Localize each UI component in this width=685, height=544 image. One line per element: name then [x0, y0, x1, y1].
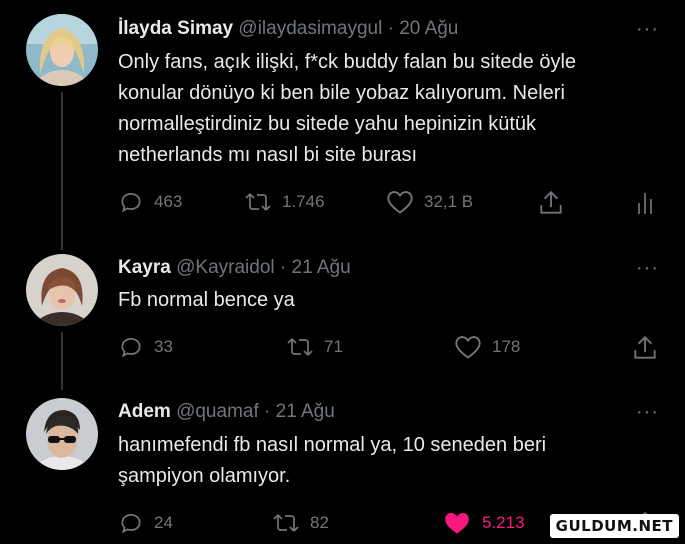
more-options-icon[interactable]: ··· [636, 18, 659, 41]
separator-dot: · [264, 401, 271, 422]
reply-icon [121, 338, 141, 358]
retweet-count: 71 [324, 337, 343, 356]
reply-count: 24 [154, 513, 173, 532]
tweet-date[interactable]: 20 Ağu [399, 18, 458, 39]
tweet-text-line: şampiyon olamıyor. [118, 465, 291, 487]
share-icon [540, 190, 562, 214]
tweet-date[interactable]: 21 Ağu [292, 257, 351, 278]
tweet-text-line: netherlands mı nasıl bi site burası [118, 144, 418, 166]
separator-dot: · [387, 18, 394, 39]
retweet-button[interactable]: 71 [286, 334, 343, 360]
separator-dot: · [279, 257, 287, 278]
tweet-date[interactable]: 21 Ağu [276, 401, 335, 422]
user-handle[interactable]: @Kayraidol [176, 257, 275, 278]
retweet-icon [245, 193, 271, 211]
heart-icon [387, 191, 413, 214]
tweet-text-line: Only fans, açık ilişki, f*ck buddy falan… [118, 51, 577, 73]
display-name[interactable]: İlayda Simay [118, 18, 233, 39]
avatar[interactable] [26, 398, 98, 470]
tweet-header: İlayda Simay @ilaydasimaygul · 20 Ağu [118, 18, 458, 40]
avatar[interactable] [26, 14, 98, 86]
user-handle[interactable]: @ilaydasimaygul [238, 18, 382, 39]
like-button[interactable]: 178 [454, 334, 520, 360]
tweet-actions: 33 71 178 [118, 334, 663, 364]
retweet-button[interactable]: 1.746 [244, 189, 325, 215]
reply-icon [121, 514, 141, 534]
like-button[interactable]: 5.213 [442, 510, 525, 536]
tweet[interactable]: İlayda Simay @ilaydasimaygul · 20 Ağu ··… [0, 0, 685, 250]
tweet-text: hanımefendi fb nasıl normal ya, 10 sened… [118, 430, 546, 492]
retweet-count: 1.746 [282, 192, 325, 211]
tweet-text: Only fans, açık ilişki, f*ck buddy falan… [118, 47, 576, 171]
site-watermark: GULDUM.NET [549, 514, 679, 538]
retweet-icon [287, 338, 313, 356]
tweet-text-line: konular dönüyo ki ben bile yobaz kalıyor… [118, 82, 565, 104]
tweet-header: Adem @quamaf · 21 Ağu [118, 401, 335, 423]
retweet-count: 82 [310, 513, 329, 532]
tweet[interactable]: Kayra @Kayraidol · 21 Ağu ··· Fb normal … [0, 250, 685, 390]
like-count: 5.213 [482, 513, 525, 532]
tweet-header: Kayra @Kayraidol · 21 Ağu [118, 257, 351, 279]
heart-icon [455, 336, 481, 359]
display-name[interactable]: Kayra [118, 257, 171, 278]
reply-button[interactable]: 24 [118, 510, 173, 536]
more-options-icon[interactable]: ··· [636, 257, 659, 280]
share-button[interactable] [538, 189, 564, 217]
tweet-text-line: normalleştirdiniz bu sitede yahu hepiniz… [118, 113, 537, 135]
share-icon [634, 335, 656, 359]
avatar[interactable] [26, 254, 98, 326]
analytics-button[interactable] [636, 189, 656, 215]
tweet-text: Fb normal bence ya [118, 285, 295, 316]
retweet-icon [273, 514, 299, 532]
retweet-button[interactable]: 82 [272, 510, 329, 536]
tweet-text-line: hanımefendi fb nasıl normal ya, 10 sened… [118, 434, 547, 456]
share-button[interactable] [632, 334, 658, 362]
like-count: 32,1 B [424, 192, 474, 211]
tweet-actions: 463 1.746 32,1 B [118, 189, 663, 219]
reply-count: 463 [154, 192, 183, 211]
reply-button[interactable]: 33 [118, 334, 173, 360]
more-options-icon[interactable]: ··· [636, 401, 659, 424]
tweet-text-line: Fb normal bence ya [118, 289, 295, 311]
reply-count: 33 [154, 337, 173, 356]
analytics-icon [638, 193, 652, 214]
display-name[interactable]: Adem [118, 401, 171, 422]
user-handle[interactable]: @quamaf [176, 401, 259, 422]
like-button[interactable]: 32,1 B [386, 189, 473, 215]
like-count: 178 [492, 337, 521, 356]
reply-icon [121, 193, 141, 213]
heart-filled-icon [445, 512, 469, 534]
reply-button[interactable]: 463 [118, 189, 182, 215]
